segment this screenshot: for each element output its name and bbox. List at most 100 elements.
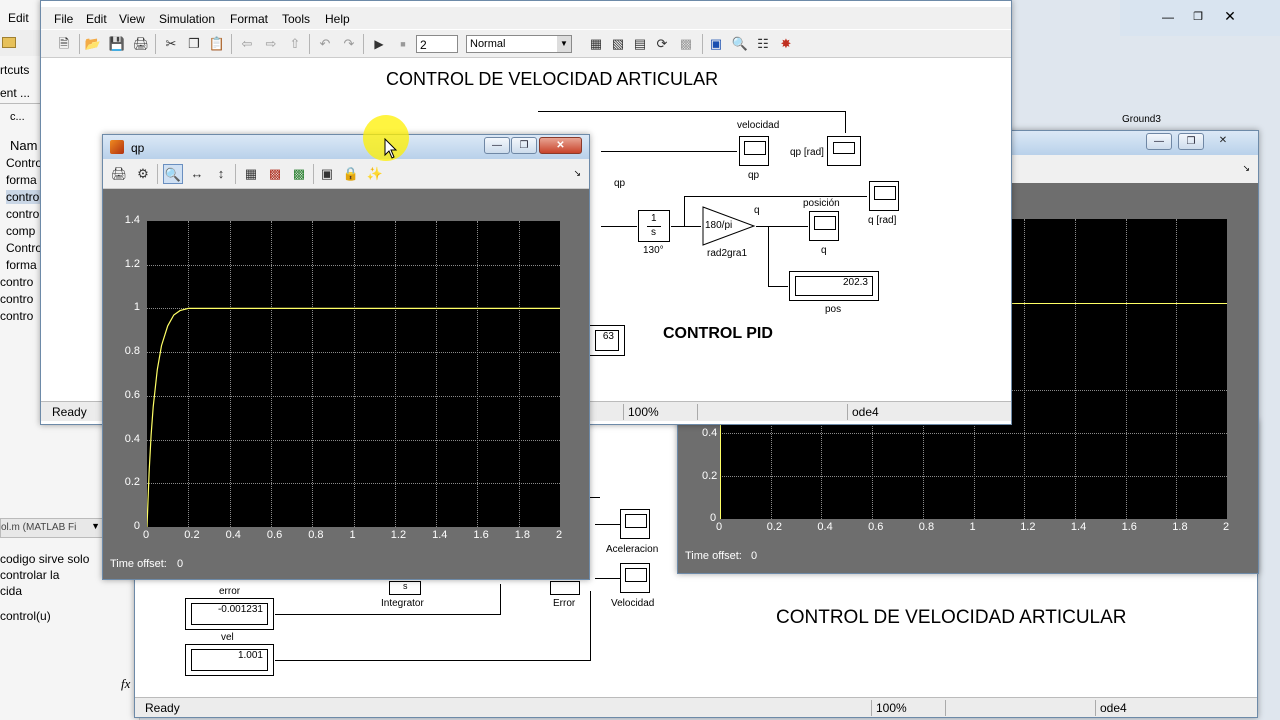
file-list-item[interactable]: contro (6, 207, 39, 221)
bottom-status-bar: Ready 100% ode4 (135, 697, 1257, 717)
update-icon[interactable]: ▤ (630, 34, 650, 54)
current-dir-label[interactable]: ent ... (0, 86, 30, 100)
y-tick-label: 0.2 (124, 476, 140, 489)
lock-icon[interactable]: 🔒 (341, 164, 361, 184)
up-icon[interactable]: ⇧ (285, 34, 305, 54)
undo-icon[interactable]: ↶ (315, 34, 335, 54)
library-icon[interactable]: ▣ (706, 34, 726, 54)
open-icon[interactable]: 📂 (83, 34, 103, 54)
redo-icon[interactable]: ↷ (339, 34, 359, 54)
restore-axes-icon[interactable]: ▩ (289, 164, 309, 184)
save-axes-icon[interactable]: ▩ (265, 164, 285, 184)
debugger-icon[interactable]: ✸ (776, 34, 796, 54)
integrator-block[interactable]: s (389, 581, 421, 595)
debug-icon[interactable]: ▩ (676, 34, 696, 54)
velocidad-scope[interactable] (620, 563, 650, 593)
chevron-icon[interactable]: ↘ (1242, 163, 1250, 174)
file-list-item[interactable]: contro (0, 275, 33, 289)
x-tick-label: 1.4 (1070, 521, 1087, 533)
q-rad-scope-block[interactable] (869, 181, 899, 211)
partial-display[interactable]: 63 (589, 325, 625, 356)
aceleracion-scope[interactable] (620, 509, 650, 539)
restore-icon[interactable]: ❐ (1188, 10, 1208, 24)
minimize-icon[interactable]: — (1146, 133, 1172, 150)
scope-qp-plot[interactable] (147, 221, 560, 527)
new-model-icon[interactable]: 🗎 (54, 34, 74, 54)
fx-icon[interactable]: fx (121, 676, 130, 692)
menu-view[interactable]: View (119, 12, 145, 26)
close-icon[interactable]: ✕ (1210, 133, 1236, 150)
qp-scope-block[interactable] (739, 136, 769, 166)
close-icon[interactable]: ✕ (539, 137, 582, 154)
column-name-header[interactable]: Nam (10, 138, 37, 153)
signal-selection-icon[interactable]: ✨ (365, 164, 385, 184)
menu-format[interactable]: Format (230, 12, 268, 26)
chevron-down-icon[interactable]: ▼ (91, 521, 100, 531)
error-block[interactable] (550, 581, 580, 595)
forward-icon[interactable]: ⇨ (261, 34, 281, 54)
file-list-item[interactable]: Contro (6, 241, 42, 255)
minimize-icon[interactable]: — (484, 137, 510, 154)
model-advisor-icon[interactable]: ▦ (586, 34, 606, 54)
scope-right-time-offset-label: Time offset: (685, 550, 742, 562)
editor-tab[interactable]: ol.m (MATLAB Fi ▼ (0, 518, 104, 538)
build-icon[interactable]: ▧ (608, 34, 628, 54)
explorer-icon[interactable]: 🔍 (730, 34, 750, 54)
chevron-down-icon[interactable]: ▼ (557, 36, 571, 52)
zoom-y-icon[interactable]: ↕ (211, 164, 231, 184)
copy-icon[interactable]: ❐ (184, 34, 204, 54)
float-icon[interactable]: ▣ (317, 164, 337, 184)
file-list-item[interactable]: forma (6, 173, 37, 187)
signal-line (590, 591, 591, 661)
error-display[interactable]: -0.001231 (185, 598, 274, 630)
paste-icon[interactable]: 📋 (207, 34, 227, 54)
q-scope-block[interactable] (809, 211, 839, 241)
autoscale-icon[interactable]: ▦ (241, 164, 261, 184)
qp-rad-block[interactable] (827, 136, 861, 166)
cut-icon[interactable]: ✂ (161, 34, 181, 54)
menu-edit[interactable]: Edit (86, 12, 107, 26)
integrator-block[interactable]: 1 s (638, 210, 670, 242)
path-back[interactable]: c... (10, 111, 25, 123)
refresh-icon[interactable]: ⟳ (652, 34, 672, 54)
x-tick-label: 0 (716, 521, 723, 533)
pos-display[interactable]: 202.3 (789, 271, 879, 301)
scope-qp-titlebar[interactable]: qp — ❐ ✕ (103, 135, 589, 159)
zoom-icon[interactable]: 🔍 (163, 164, 183, 184)
back-icon[interactable]: ⇦ (237, 34, 257, 54)
menu-tools[interactable]: Tools (282, 12, 310, 26)
menu-simulation[interactable]: Simulation (159, 12, 215, 26)
folder-icon[interactable] (2, 37, 16, 48)
file-list-item[interactable]: comp (6, 224, 35, 238)
menu-help[interactable]: Help (325, 12, 350, 26)
scope-qp-time-offset-label: Time offset: (110, 558, 167, 570)
model-explorer-icon[interactable]: ☷ (753, 34, 773, 54)
x-tick-label: 0.8 (918, 521, 935, 533)
file-list-item[interactable]: Contro (6, 156, 42, 170)
parameters-icon[interactable]: ⚙ (133, 164, 153, 184)
zoom-x-icon[interactable]: ↔ (187, 164, 207, 184)
qp-scope-label: qp (748, 170, 760, 181)
file-list-item[interactable]: contro (0, 309, 33, 323)
vel-display[interactable]: 1.001 (185, 644, 274, 676)
close-icon[interactable]: ✕ (1220, 8, 1240, 24)
play-icon[interactable]: ▶ (369, 34, 389, 54)
file-list-item[interactable]: contro (0, 292, 33, 306)
file-list-item[interactable]: forma (6, 258, 37, 272)
print-icon[interactable]: 🖨 (109, 164, 129, 184)
matlab-menu-edit[interactable]: Edit (8, 11, 29, 25)
restore-icon[interactable]: ❐ (1178, 133, 1204, 150)
stop-icon[interactable]: ■ (393, 34, 413, 54)
scope-right-y-tick: 0.2 (702, 470, 718, 482)
stop-time-input[interactable]: 2 (416, 35, 458, 53)
sim-mode-select[interactable]: Normal ▼ (466, 35, 572, 53)
menu-file[interactable]: File (54, 12, 73, 26)
minimize-icon[interactable]: — (1158, 10, 1178, 24)
print-icon[interactable]: 🖨 (131, 34, 151, 54)
restore-icon[interactable]: ❐ (511, 137, 537, 154)
shortcuts-label[interactable]: rtcuts (0, 63, 29, 77)
grid-line-vertical (1024, 219, 1026, 519)
top-status-zoom: 100% (623, 404, 697, 420)
chevron-icon[interactable]: ↘ (573, 168, 581, 179)
save-icon[interactable]: 💾 (107, 34, 127, 54)
